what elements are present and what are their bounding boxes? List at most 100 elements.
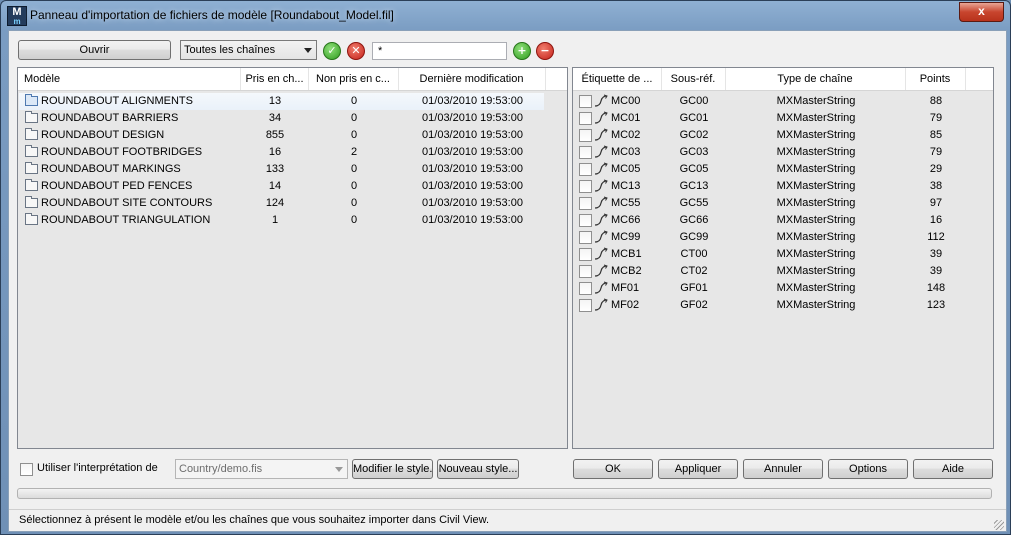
status-bar: Sélectionnez à présent le modèle et/ou l… [9,509,1006,532]
model-modified: 01/03/2010 19:53:00 [422,129,523,141]
row-checkbox[interactable] [579,146,592,159]
cancel-button[interactable]: Annuler [743,459,823,479]
table-row[interactable]: MC55 GC55 MXMasterString 97 [574,195,992,212]
model-not-taken: 0 [350,214,358,226]
table-row[interactable]: ROUNDABOUT TRIANGULATION 1 0 01/03/2010 19:… [19,212,544,229]
table-row[interactable]: MC00 GC00 MXMasterString 88 [574,93,992,110]
string-icon [594,298,608,311]
table-row[interactable]: ROUNDABOUT ALIGNMENTS 13 0 01/03/2010 19:53… [19,93,544,110]
chain-filter-select[interactable]: Toutes les chaînes [180,40,317,60]
model-name: ROUNDABOUT TRIANGULATION [41,214,211,226]
table-row[interactable]: MC03 GC03 MXMasterString 79 [574,144,992,161]
model-not-taken: 2 [350,146,358,158]
string-label: MF02 [611,299,640,311]
column-label[interactable]: Étiquette de ... [573,68,662,90]
title-bar[interactable]: Mm Panneau d'importation de fichiers de … [1,1,1010,29]
string-icon [594,94,608,107]
table-row[interactable]: ROUNDABOUT FOOTBRIDGES 16 2 01/03/2010 19:5… [19,144,544,161]
use-interpretation-label: Utiliser l'interprétation de [37,462,158,474]
folder-icon [25,94,38,106]
folder-icon [25,128,38,140]
string-icon [594,196,608,209]
row-checkbox[interactable] [579,95,592,108]
ok-button[interactable]: OK [573,459,653,479]
apply-button[interactable]: Appliquer [658,459,738,479]
string-points: 79 [929,112,943,124]
model-name: ROUNDABOUT MARKINGS [41,163,181,175]
style-file-select[interactable]: Country/demo.fis [175,459,348,479]
model-taken: 133 [265,163,285,175]
row-checkbox[interactable] [579,129,592,142]
string-label: MC00 [611,95,641,107]
string-points: 148 [926,282,946,294]
models-list[interactable]: Modèle Pris en ch... Non pris en c... De… [17,67,568,449]
table-row[interactable]: MC99 GC99 MXMasterString 112 [574,229,992,246]
table-row[interactable]: ROUNDABOUT BARRIERS 34 0 01/03/2010 19:53:0… [19,110,544,127]
string-points: 39 [929,265,943,277]
string-label: MC99 [611,231,641,243]
model-taken: 34 [268,112,282,124]
options-button[interactable]: Options [828,459,908,479]
table-row[interactable]: MC13 GC13 MXMasterString 38 [574,178,992,195]
add-plus-icon[interactable]: + [513,42,531,60]
row-checkbox[interactable] [579,248,592,261]
table-row[interactable]: MC02 GC02 MXMasterString 85 [574,127,992,144]
column-last-modified[interactable]: Dernière modification [398,68,546,90]
filter-input[interactable]: * [372,42,507,60]
model-modified: 01/03/2010 19:53:00 [422,197,523,209]
strings-list[interactable]: Étiquette de ... Sous-réf. Type de chaîn… [572,67,994,449]
table-row[interactable]: MCB2 CT02 MXMasterString 39 [574,263,992,280]
row-checkbox[interactable] [579,299,592,312]
row-checkbox[interactable] [579,265,592,278]
close-button[interactable]: x [959,2,1004,22]
table-row[interactable]: ROUNDABOUT MARKINGS 133 0 01/03/2010 19:53:… [19,161,544,178]
modify-style-button[interactable]: Modifier le style... [352,459,433,479]
string-subref: GC03 [679,146,709,158]
table-row[interactable]: MF02 GF02 MXMasterString 123 [574,297,992,314]
deselect-all-cross-icon[interactable]: ✕ [347,42,365,60]
table-row[interactable]: MF01 GF01 MXMasterString 148 [574,280,992,297]
model-name: ROUNDABOUT PED FENCES [41,180,193,192]
models-header: Modèle Pris en ch... Non pris en c... De… [18,68,567,91]
table-row[interactable]: MC66 GC66 MXMasterString 16 [574,212,992,229]
folder-icon [25,196,38,208]
row-checkbox[interactable] [579,163,592,176]
row-checkbox[interactable] [579,197,592,210]
table-row[interactable]: MC01 GC01 MXMasterString 79 [574,110,992,127]
column-not-taken[interactable]: Non pris en c... [308,68,399,90]
help-button[interactable]: Aide [913,459,993,479]
column-taken[interactable]: Pris en ch... [241,68,309,90]
string-points: 39 [929,248,943,260]
use-interpretation-checkbox[interactable] [20,463,33,476]
table-row[interactable]: MC05 GC05 MXMasterString 29 [574,161,992,178]
column-subref[interactable]: Sous-réf. [661,68,726,90]
column-model[interactable]: Modèle [18,68,241,90]
column-string-type[interactable]: Type de chaîne [725,68,906,90]
string-icon [594,281,608,294]
resize-grip-icon[interactable] [994,520,1004,530]
string-subref: GC00 [679,95,709,107]
table-row[interactable]: ROUNDABOUT PED FENCES 14 0 01/03/2010 19:53… [19,178,544,195]
row-checkbox[interactable] [579,214,592,227]
remove-minus-icon[interactable]: − [536,42,554,60]
row-checkbox[interactable] [579,180,592,193]
new-style-button[interactable]: Nouveau style... [437,459,519,479]
table-row[interactable]: MCB1 CT00 MXMasterString 39 [574,246,992,263]
string-points: 16 [929,214,943,226]
model-taken: 14 [268,180,282,192]
model-name: ROUNDABOUT DESIGN [41,129,165,141]
open-button[interactable]: Ouvrir [18,40,171,60]
select-all-check-icon[interactable]: ✓ [323,42,341,60]
dialog-window: Mm Panneau d'importation de fichiers de … [0,0,1011,535]
column-points[interactable]: Points [905,68,966,90]
table-row[interactable]: ROUNDABOUT SITE CONTOURS 124 0 01/03/2010 1… [19,195,544,212]
row-checkbox[interactable] [579,231,592,244]
folder-icon [25,213,38,225]
string-subref: GC05 [679,163,709,175]
model-not-taken: 0 [350,197,358,209]
row-checkbox[interactable] [579,112,592,125]
table-row[interactable]: ROUNDABOUT DESIGN 855 0 01/03/2010 19:53:00 [19,127,544,144]
row-checkbox[interactable] [579,282,592,295]
model-name: ROUNDABOUT SITE CONTOURS [41,197,213,209]
string-points: 112 [927,231,945,243]
